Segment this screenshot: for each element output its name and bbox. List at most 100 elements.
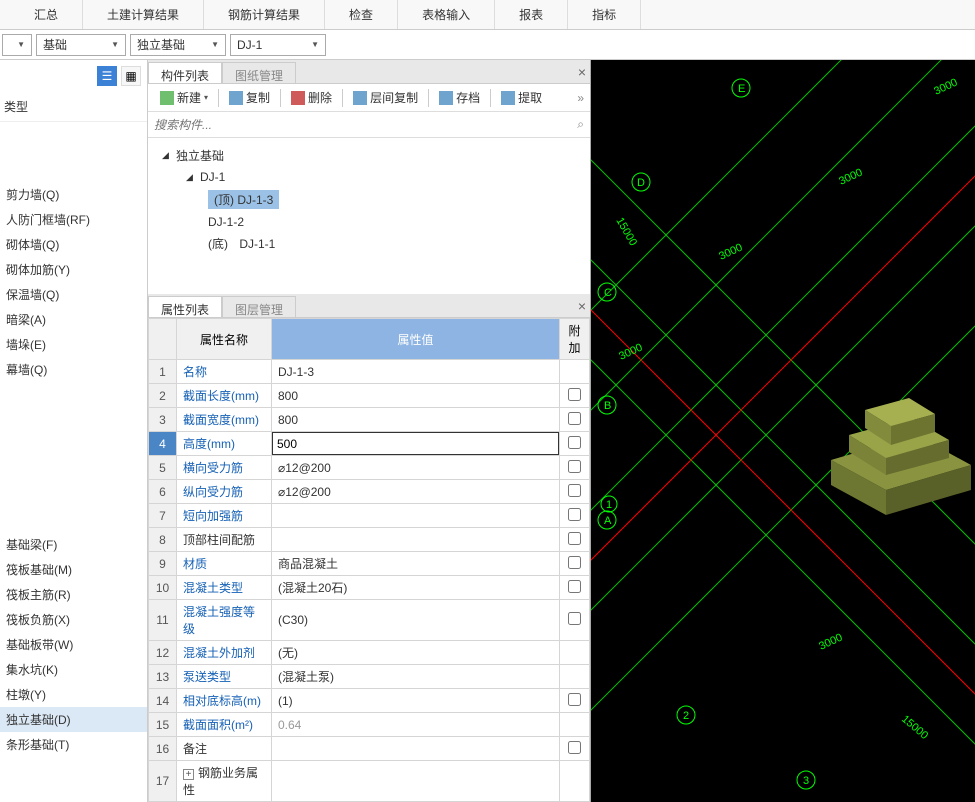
sidebar-item[interactable]: 条形基础(T) [0,732,147,757]
copy-button[interactable]: 复制 [223,87,276,108]
property-row[interactable]: 11混凝土强度等级(C30) [149,600,590,641]
property-row[interactable]: 6纵向受力筋⌀12@200 [149,480,590,504]
property-value[interactable]: 800 [272,408,560,432]
property-value[interactable]: (无) [272,641,560,665]
property-value[interactable]: (混凝土20石) [272,576,560,600]
dropdown-1[interactable]: ▼ [2,34,32,56]
sidebar-item[interactable]: 筏板基础(M) [0,557,147,582]
sidebar-item[interactable]: 筏板负筋(X) [0,607,147,632]
property-row[interactable]: 1名称DJ-1-3 [149,360,590,384]
extra-checkbox[interactable] [568,741,581,754]
property-value[interactable]: (C30) [272,600,560,641]
tab-drawing-mgmt[interactable]: 图纸管理 [222,62,296,83]
search-icon[interactable]: ⌕ [577,117,584,132]
tree-collapse-icon[interactable]: ◢ [162,150,172,161]
property-value[interactable] [272,432,560,456]
sidebar-item[interactable]: 墙垛(E) [0,332,147,357]
property-row[interactable]: 17+钢筋业务属性 [149,761,590,802]
extra-checkbox[interactable] [568,693,581,706]
tree-node[interactable]: (底) DJ-1-1 [148,232,590,255]
extra-checkbox[interactable] [568,508,581,521]
property-value-input[interactable] [272,432,559,455]
tab-property-list[interactable]: 属性列表 [148,296,222,317]
tab-civil-result[interactable]: 土建计算结果 [83,0,204,29]
extra-checkbox[interactable] [568,388,581,401]
dropdown-instance[interactable]: DJ-1▼ [230,34,326,56]
dropdown-type[interactable]: 独立基础▼ [130,34,226,56]
search-input[interactable] [154,118,577,132]
property-value[interactable]: DJ-1-3 [272,360,560,384]
tab-report[interactable]: 报表 [495,0,568,29]
property-row[interactable]: 16备注 [149,737,590,761]
sidebar-item-selected[interactable]: 独立基础(D) [0,707,147,732]
tab-check[interactable]: 检查 [325,0,398,29]
sidebar-item[interactable]: 人防门框墙(RF) [0,207,147,232]
extra-checkbox[interactable] [568,556,581,569]
extra-checkbox[interactable] [568,412,581,425]
sidebar-item[interactable]: 砌体墙(Q) [0,232,147,257]
sidebar-item[interactable]: 基础梁(F) [0,532,147,557]
property-row[interactable]: 13泵送类型(混凝土泵) [149,665,590,689]
property-row[interactable]: 3截面宽度(mm)800 [149,408,590,432]
extra-checkbox[interactable] [568,580,581,593]
property-row[interactable]: 10混凝土类型(混凝土20石) [149,576,590,600]
sidebar-item[interactable]: 砌体加筋(Y) [0,257,147,282]
expand-icon[interactable]: + [183,769,194,780]
layer-copy-button[interactable]: 层间复制 [347,87,424,108]
toggle-icon[interactable]: ▦ [121,66,141,86]
property-value[interactable] [272,504,560,528]
expand-icon[interactable]: » [577,91,584,105]
tab-table-input[interactable]: 表格输入 [398,0,495,29]
tree-node-root[interactable]: ◢独立基础 [148,144,590,167]
sidebar-item[interactable]: 保温墙(Q) [0,282,147,307]
list-view-icon[interactable]: ☰ [97,66,117,86]
dropdown-category[interactable]: 基础▼ [36,34,126,56]
extra-checkbox[interactable] [568,532,581,545]
extra-checkbox[interactable] [568,460,581,473]
close-icon[interactable]: × [578,298,586,314]
tree-node[interactable]: DJ-1-2 [148,212,590,232]
property-value[interactable]: ⌀12@200 [272,480,560,504]
extra-checkbox[interactable] [568,612,581,625]
tree-node[interactable]: ◢DJ-1 [148,167,590,187]
sidebar-item[interactable]: 柱墩(Y) [0,682,147,707]
extra-checkbox[interactable] [568,436,581,449]
property-row[interactable]: 8顶部柱间配筋 [149,528,590,552]
tab-layer-mgmt[interactable]: 图层管理 [222,296,296,317]
property-row[interactable]: 4高度(mm) [149,432,590,456]
property-value[interactable]: 0.64 [272,713,560,737]
property-row[interactable]: 14相对底标高(m)(1) [149,689,590,713]
property-value[interactable]: ⌀12@200 [272,456,560,480]
new-button[interactable]: 新建▾ [154,87,214,108]
extract-button[interactable]: 提取 [495,87,548,108]
tab-index[interactable]: 指标 [568,0,641,29]
property-value[interactable]: 商品混凝土 [272,552,560,576]
property-row[interactable]: 12混凝土外加剂(无) [149,641,590,665]
property-value[interactable]: (混凝土泵) [272,665,560,689]
sidebar-item[interactable]: 基础板带(W) [0,632,147,657]
save-button[interactable]: 存档 [433,87,486,108]
tree-node-selected[interactable]: (顶) DJ-1-3 [148,187,590,212]
tab-summary[interactable]: 汇总 [10,0,83,29]
sidebar-item[interactable]: 幕墙(Q) [0,357,147,382]
viewport-3d[interactable]: A B C D E 1 2 3 3000 3000 3000 3000 3000… [591,60,975,802]
property-value[interactable]: 800 [272,384,560,408]
property-row[interactable]: 5横向受力筋⌀12@200 [149,456,590,480]
property-row[interactable]: 2截面长度(mm)800 [149,384,590,408]
delete-button[interactable]: 删除 [285,87,338,108]
sidebar-item[interactable]: 筏板主筋(R) [0,582,147,607]
property-value[interactable] [272,737,560,761]
sidebar-item[interactable]: 集水坑(K) [0,657,147,682]
property-row[interactable]: 15截面面积(m²)0.64 [149,713,590,737]
tab-component-list[interactable]: 构件列表 [148,62,222,83]
property-value[interactable]: (1) [272,689,560,713]
sidebar-item[interactable]: 剪力墙(Q) [0,182,147,207]
property-row[interactable]: 9材质商品混凝土 [149,552,590,576]
tree-collapse-icon[interactable]: ◢ [186,172,196,183]
close-icon[interactable]: × [578,64,586,80]
sidebar-item[interactable]: 暗梁(A) [0,307,147,332]
extra-checkbox[interactable] [568,484,581,497]
tab-rebar-result[interactable]: 钢筋计算结果 [204,0,325,29]
property-value[interactable] [272,528,560,552]
property-row[interactable]: 7短向加强筋 [149,504,590,528]
